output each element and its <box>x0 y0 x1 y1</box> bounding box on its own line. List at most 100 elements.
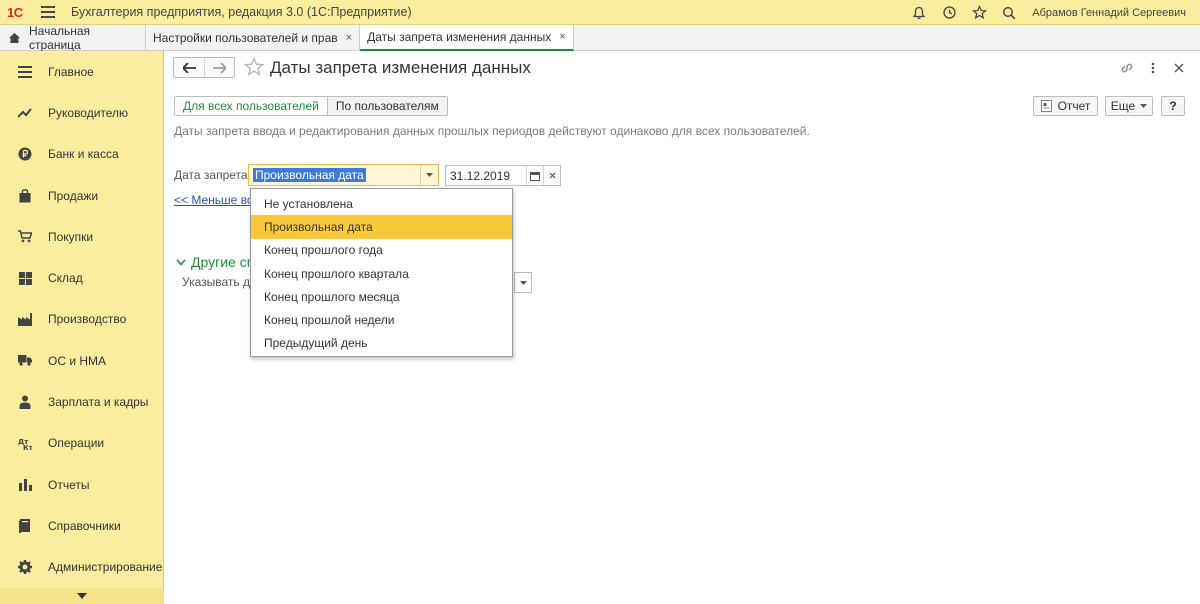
svg-text:Кт: Кт <box>23 444 32 450</box>
close-icon[interactable]: × <box>559 31 565 43</box>
restriction-date-value: 31.12.2019 <box>450 168 511 183</box>
bar-chart-icon <box>18 478 32 492</box>
sidebar-item-label: Банк и касса <box>48 147 119 162</box>
logo-text: 1С <box>7 4 23 20</box>
person-icon <box>18 395 32 410</box>
sidebar-item-production[interactable]: Производство <box>0 299 163 340</box>
sidebar-item-label: ОС и НМА <box>48 353 107 368</box>
sidebar-item-label: Продажи <box>48 188 99 203</box>
sidebar-item-label: Производство <box>48 312 127 327</box>
sidebar-item-bank[interactable]: Банк и касса <box>0 134 163 175</box>
main-menu-icon[interactable] <box>41 6 55 18</box>
dropdown-button[interactable] <box>420 165 438 185</box>
option-end-of-last-week[interactable]: Конец прошлой недели <box>251 308 512 331</box>
report-button[interactable]: Отчет <box>1033 96 1098 116</box>
other-settings-label: Другие сп <box>191 254 255 270</box>
restriction-date-field[interactable]: 31.12.2019 <box>445 165 561 186</box>
by-users-option[interactable]: По пользователям <box>327 97 447 115</box>
restriction-date-kind-value: Произвольная дата <box>253 168 366 182</box>
info-text: Даты запрета ввода и редактирования данн… <box>174 124 810 138</box>
history-nav <box>173 57 235 78</box>
add-to-favorites-star-icon[interactable] <box>243 56 265 77</box>
trend-icon <box>18 106 32 120</box>
sidebar-item-operations[interactable]: Дт Кт Операции <box>0 423 163 464</box>
forward-button[interactable] <box>204 58 234 77</box>
search-icon[interactable] <box>994 0 1024 25</box>
bell-icon[interactable] <box>904 0 934 25</box>
more-button[interactable]: Еще <box>1105 96 1153 116</box>
form-area: Даты запрета изменения данных Для всех п… <box>164 51 1200 604</box>
option-end-of-last-month[interactable]: Конец прошлого месяца <box>251 285 512 308</box>
clear-icon[interactable] <box>543 166 560 185</box>
sidebar-item-label: Главное <box>48 64 94 79</box>
sidebar-item-fixed-assets[interactable]: ОС и НМА <box>0 340 163 381</box>
sidebar-item-label: Руководителю <box>48 105 129 120</box>
tab-label: Начальная страница <box>29 24 91 52</box>
home-icon <box>8 32 21 44</box>
report-button-label: Отчет <box>1057 99 1091 113</box>
sidebar-item-sales[interactable]: Продажи <box>0 175 163 216</box>
tab-change-restriction-dates[interactable]: Даты запрета изменения данных × <box>360 25 574 51</box>
link-icon[interactable] <box>1114 59 1140 77</box>
date-kind-dropdown-list: Не установлена Произвольная дата Конец п… <box>250 188 513 357</box>
book-icon <box>18 518 32 533</box>
truck-icon <box>18 354 32 368</box>
report-icon <box>1040 100 1052 112</box>
other-settings-group[interactable]: Другие сп <box>176 254 254 270</box>
scroll-down-arrow-icon <box>77 593 87 599</box>
close-icon[interactable]: × <box>346 32 352 44</box>
ruble-icon <box>18 147 32 161</box>
chevron-down-icon <box>176 258 186 266</box>
sidebar-item-warehouse[interactable]: Склад <box>0 257 163 298</box>
sidebar-item-reports[interactable]: Отчеты <box>0 464 163 505</box>
sections-sidebar: Главное Руководителю Банк и касса Продаж… <box>0 51 164 604</box>
user-name[interactable]: Абрамов Геннадий Сергеевич <box>1032 7 1186 19</box>
option-end-of-last-quarter[interactable]: Конец прошлого квартала <box>251 262 512 285</box>
sidebar-item-purchases[interactable]: Покупки <box>0 216 163 257</box>
sidebar-item-label: Отчеты <box>48 477 90 492</box>
tab-label: Настройки пользователей и прав <box>153 31 338 45</box>
sidebar-item-directories[interactable]: Справочники <box>0 505 163 546</box>
sidebar-item-label: Справочники <box>48 518 121 533</box>
sidebar-item-label: Операции <box>48 436 105 451</box>
sidebar-item-manager[interactable]: Руководителю <box>0 92 163 133</box>
chevron-down-icon <box>519 280 527 285</box>
specify-dropdown-button[interactable] <box>514 272 532 293</box>
sidebar-scroll-down[interactable] <box>0 588 164 604</box>
sidebar-item-label: Администрирование <box>48 560 163 575</box>
users-mode-switch: Для всех пользователей По пользователям <box>174 96 448 116</box>
help-button[interactable]: ? <box>1161 96 1185 116</box>
back-button[interactable] <box>174 58 204 77</box>
chevron-down-icon <box>1140 104 1148 108</box>
sidebar-item-main[interactable]: Главное <box>0 51 163 92</box>
close-form-icon[interactable] <box>1166 59 1192 77</box>
favorites-star-icon[interactable] <box>964 0 994 25</box>
restriction-date-kind-select[interactable]: Произвольная дата <box>248 164 439 186</box>
for-all-users-option[interactable]: Для всех пользователей <box>175 97 328 115</box>
less-options-link[interactable]: << Меньше воз <box>174 193 259 207</box>
tab-user-settings[interactable]: Настройки пользователей и прав × <box>146 25 361 51</box>
arrow-right-icon <box>213 62 226 73</box>
menu-icon <box>18 65 32 79</box>
warehouse-icon <box>18 271 32 285</box>
more-actions-icon[interactable] <box>1140 59 1166 77</box>
app-logo[interactable]: 1С <box>7 4 33 20</box>
history-icon[interactable] <box>934 0 964 25</box>
sidebar-item-label: Зарплата и кадры <box>48 395 149 410</box>
calendar-icon[interactable] <box>526 166 543 185</box>
specify-date-label: Указывать да <box>182 275 257 289</box>
option-previous-day[interactable]: Предыдущий день <box>251 332 512 355</box>
option-arbitrary-date[interactable]: Произвольная дата <box>251 215 512 239</box>
option-not-set[interactable]: Не установлена <box>251 192 512 215</box>
cart-icon <box>18 230 32 244</box>
sidebar-item-administration[interactable]: Администрирование <box>0 547 163 588</box>
app-header: 1С Бухгалтерия предприятия, редакция 3.0… <box>0 0 1200 25</box>
sidebar-item-label: Склад <box>48 271 83 286</box>
factory-icon <box>18 312 32 326</box>
sidebar-item-salary[interactable]: Зарплата и кадры <box>0 381 163 422</box>
form-title: Даты запрета изменения данных <box>270 58 531 77</box>
option-end-of-last-year[interactable]: Конец прошлого года <box>251 239 512 262</box>
chevron-down-icon <box>426 173 433 177</box>
open-windows-tabs: Начальная страница Настройки пользовател… <box>0 24 1200 52</box>
tab-home[interactable]: Начальная страница <box>0 24 146 52</box>
